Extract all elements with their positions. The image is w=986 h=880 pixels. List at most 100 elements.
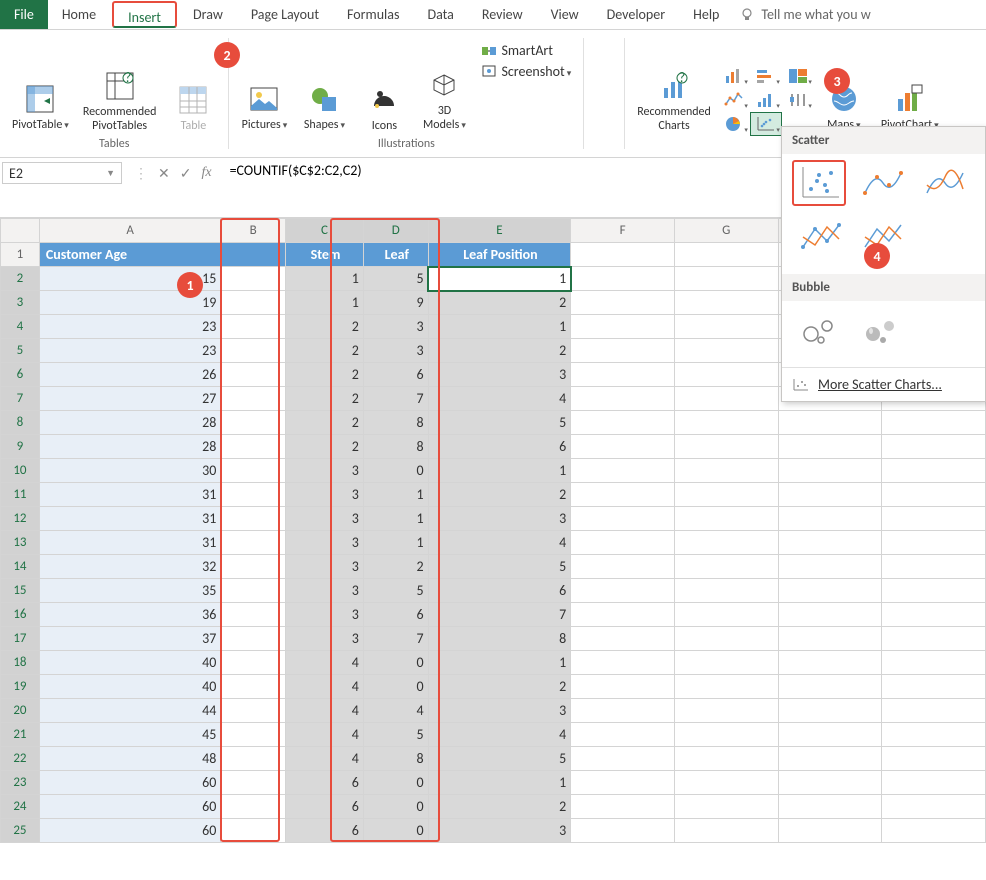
cell-F24[interactable] [571,795,675,819]
cell-I20[interactable] [882,699,986,723]
col-header-D[interactable]: D [363,219,428,243]
row-header-6[interactable]: 6 [1,363,40,387]
row-header-12[interactable]: 12 [1,507,40,531]
cell-H11[interactable] [778,483,882,507]
cell-B25[interactable] [221,819,286,843]
cell-B20[interactable] [221,699,286,723]
cell-A1[interactable]: Customer Age [39,243,220,267]
cell-F8[interactable] [571,411,675,435]
cell-E21[interactable]: 4 [428,723,571,747]
cell-C1[interactable]: Stem [286,243,364,267]
cell-C11[interactable]: 3 [286,483,364,507]
cell-E19[interactable]: 2 [428,675,571,699]
cell-B22[interactable] [221,747,286,771]
cell-E13[interactable]: 4 [428,531,571,555]
cell-A12[interactable]: 31 [39,507,220,531]
cell-F2[interactable] [571,267,675,291]
cell-B12[interactable] [221,507,286,531]
scatter-chart-button[interactable]: ▾ [751,113,781,135]
cell-G17[interactable] [674,627,778,651]
cell-I24[interactable] [882,795,986,819]
cell-D23[interactable]: 0 [363,771,428,795]
table-button[interactable]: Table [164,79,222,135]
cell-C9[interactable]: 2 [286,435,364,459]
smartart-button[interactable]: SmartArt [475,40,577,61]
cell-D4[interactable]: 3 [363,315,428,339]
cell-G8[interactable] [674,411,778,435]
cell-B6[interactable] [221,363,286,387]
row-header-8[interactable]: 8 [1,411,40,435]
insert-function-button[interactable]: fx [201,165,211,181]
cell-A7[interactable]: 27 [39,387,220,411]
cell-I10[interactable] [882,459,986,483]
cell-B8[interactable] [221,411,286,435]
cell-D16[interactable]: 6 [363,603,428,627]
screenshot-button[interactable]: Screenshot [475,61,577,82]
name-box-expand-icon[interactable]: ⋮ [134,165,148,182]
cell-E20[interactable]: 3 [428,699,571,723]
cell-E2[interactable]: 1 [428,267,571,291]
cell-D5[interactable]: 3 [363,339,428,363]
cell-E6[interactable]: 3 [428,363,571,387]
cell-A22[interactable]: 48 [39,747,220,771]
cell-G7[interactable] [674,387,778,411]
cell-C10[interactable]: 3 [286,459,364,483]
cell-B24[interactable] [221,795,286,819]
cell-C4[interactable]: 2 [286,315,364,339]
cell-I13[interactable] [882,531,986,555]
cell-D18[interactable]: 0 [363,651,428,675]
cell-H15[interactable] [778,579,882,603]
cell-A17[interactable]: 37 [39,627,220,651]
cell-G23[interactable] [674,771,778,795]
bubble-3d-option[interactable] [854,307,908,353]
tab-data[interactable]: Data [413,0,467,29]
cell-B4[interactable] [221,315,286,339]
cell-B16[interactable] [221,603,286,627]
cell-C5[interactable]: 2 [286,339,364,363]
cell-G9[interactable] [674,435,778,459]
cell-G24[interactable] [674,795,778,819]
row-header-2[interactable]: 2 [1,267,40,291]
cell-H14[interactable] [778,555,882,579]
cancel-formula-button[interactable]: ✕ [158,165,170,182]
cell-G3[interactable] [674,291,778,315]
cell-F10[interactable] [571,459,675,483]
pivottable-button[interactable]: PivotTable [6,78,75,135]
cell-C15[interactable]: 3 [286,579,364,603]
cell-F13[interactable] [571,531,675,555]
cell-H16[interactable] [778,603,882,627]
cell-E1[interactable]: Leaf Position [428,243,571,267]
cell-F16[interactable] [571,603,675,627]
cell-I16[interactable] [882,603,986,627]
pie-chart-button[interactable]: ▾ [719,113,749,135]
cell-G11[interactable] [674,483,778,507]
cell-I21[interactable] [882,723,986,747]
cell-B17[interactable] [221,627,286,651]
cell-A25[interactable]: 60 [39,819,220,843]
row-header-24[interactable]: 24 [1,795,40,819]
tab-review[interactable]: Review [468,0,537,29]
cell-B7[interactable] [221,387,286,411]
cell-B5[interactable] [221,339,286,363]
cell-E4[interactable]: 1 [428,315,571,339]
cell-E25[interactable]: 3 [428,819,571,843]
cell-G21[interactable] [674,723,778,747]
cell-C21[interactable]: 4 [286,723,364,747]
cell-I8[interactable] [882,411,986,435]
cell-I15[interactable] [882,579,986,603]
row-header-13[interactable]: 13 [1,531,40,555]
cell-B10[interactable] [221,459,286,483]
cell-E8[interactable]: 5 [428,411,571,435]
cell-A10[interactable]: 30 [39,459,220,483]
cell-I17[interactable] [882,627,986,651]
tab-file[interactable]: File [0,0,48,29]
cell-D15[interactable]: 5 [363,579,428,603]
tab-formulas[interactable]: Formulas [333,0,413,29]
col-header-F[interactable]: F [571,219,675,243]
cell-H19[interactable] [778,675,882,699]
cell-I11[interactable] [882,483,986,507]
pictures-button[interactable]: Pictures [235,78,293,135]
row-header-16[interactable]: 16 [1,603,40,627]
cell-E18[interactable]: 1 [428,651,571,675]
cell-G20[interactable] [674,699,778,723]
